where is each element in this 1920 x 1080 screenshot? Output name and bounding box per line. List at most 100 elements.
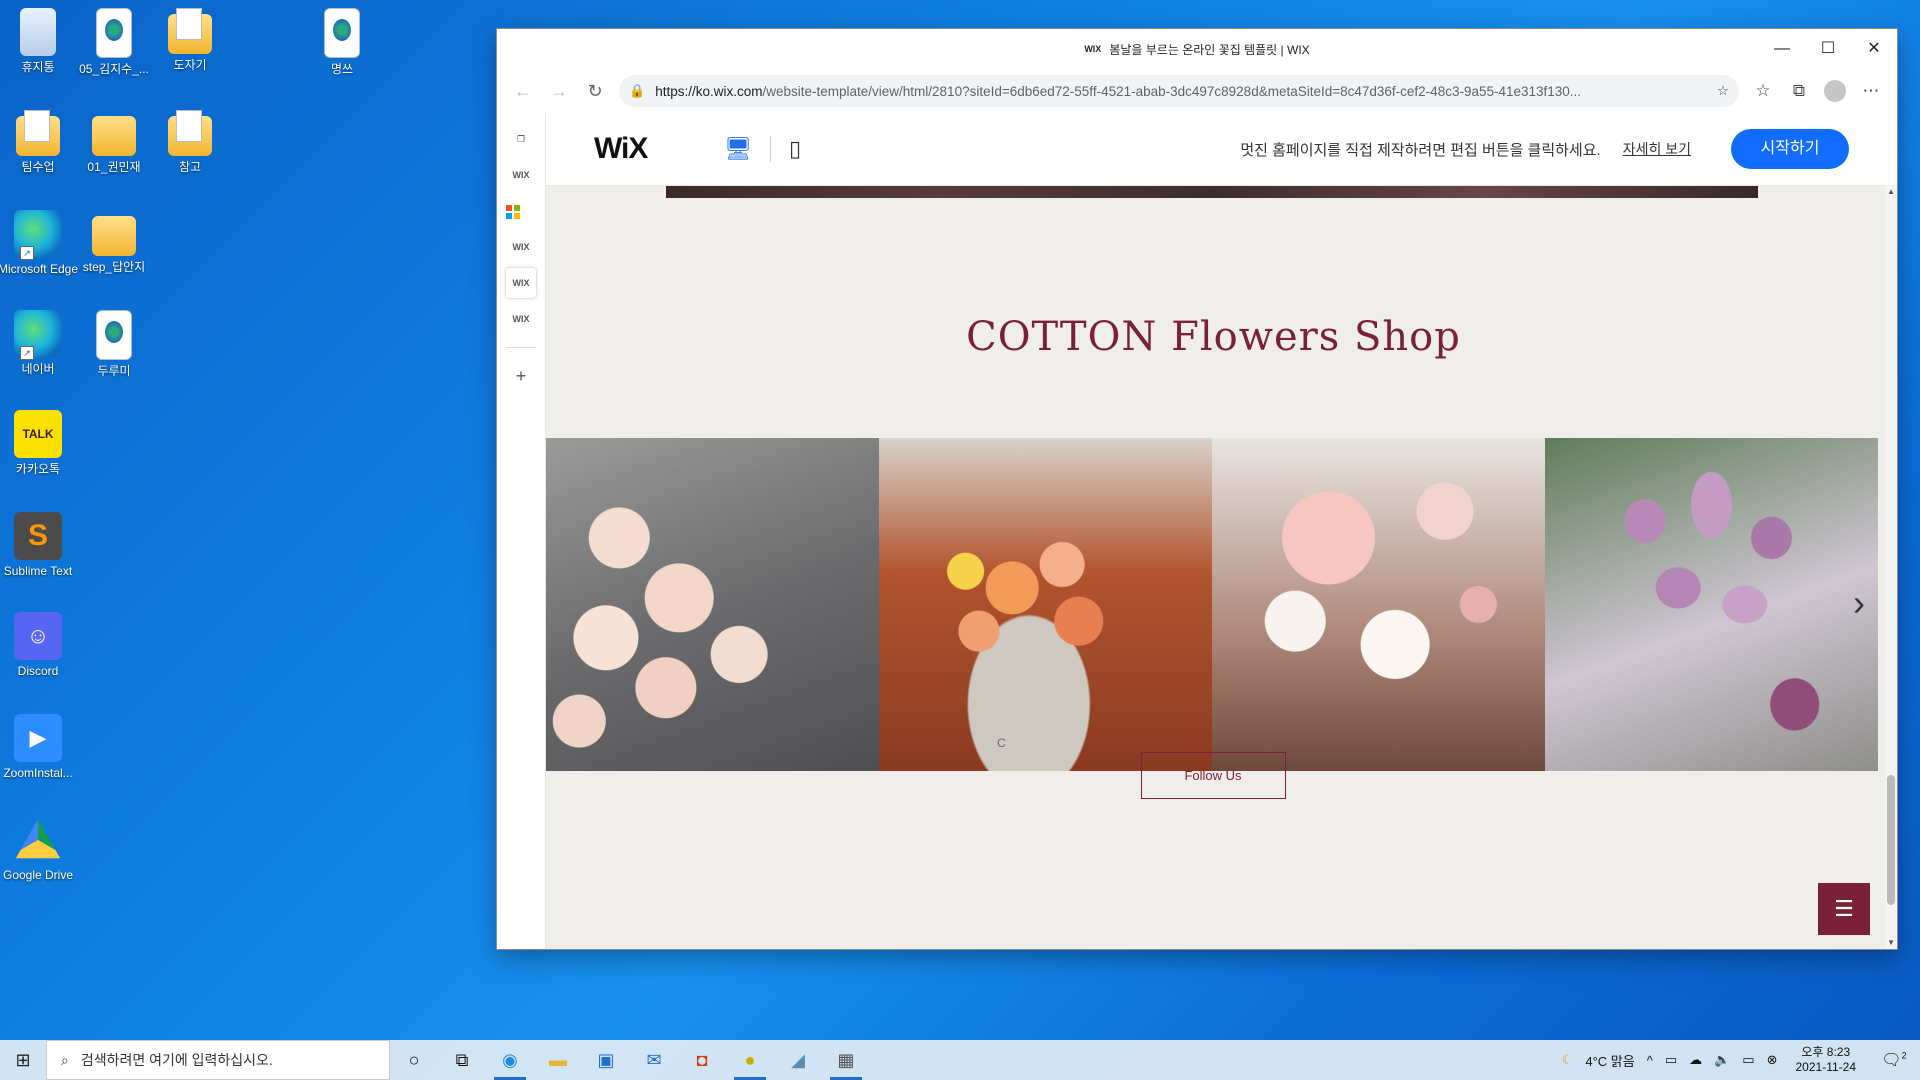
gallery-photo-tulips[interactable] <box>1545 438 1878 771</box>
gallery-photo-roses[interactable] <box>1212 438 1545 771</box>
back-button[interactable]: ← <box>505 75 541 107</box>
desktop-icon-edge[interactable]: ↗ Microsoft Edge <box>0 210 80 276</box>
start-button[interactable]: 시작하기 <box>1731 129 1849 169</box>
shortcut-arrow-icon: ↗ <box>20 346 34 360</box>
folder-icon <box>168 110 212 156</box>
mobile-view-icon[interactable]: ▯ <box>789 136 801 162</box>
tray-status-icon[interactable]: ⊗ <box>1767 1052 1778 1068</box>
gallery-photo-bouquet-box[interactable]: C <box>879 438 1212 771</box>
desktop-icon-naver[interactable]: ↗ 네이버 <box>0 310 80 376</box>
desktop-icon-kakaotalk[interactable]: TALK 카카오톡 <box>0 410 80 476</box>
refresh-button[interactable]: ↻ <box>577 75 613 107</box>
volume-icon[interactable]: 🔈 <box>1714 1052 1730 1068</box>
favorites-icon[interactable]: ☆ <box>1745 81 1781 101</box>
kakaotalk-taskbar-icon[interactable]: ● <box>726 1040 774 1080</box>
desktop-icon-google-drive[interactable]: Google Drive <box>0 816 80 882</box>
display-icon[interactable]: ▭ <box>1742 1052 1754 1068</box>
taskbar-search[interactable]: ⌕ 검색하려면 여기에 입력하십시오. <box>46 1040 390 1080</box>
maximize-button[interactable]: ☐ <box>1805 29 1851 69</box>
cortana-icon[interactable]: ○ <box>390 1040 438 1080</box>
desktop-icon-file[interactable]: 두루미 <box>72 310 156 378</box>
desktop-icon-recycle-bin[interactable]: 휴지통 <box>0 8 80 74</box>
weather-moon-icon: ☾ <box>1561 1052 1574 1067</box>
forward-button[interactable]: → <box>541 75 577 107</box>
start-windows-icon[interactable]: ⊞ <box>0 1050 46 1071</box>
tray-expand-icon[interactable]: ^ <box>1647 1053 1653 1068</box>
add-icon[interactable]: + <box>506 361 536 391</box>
windows-logo-icon[interactable] <box>506 196 536 226</box>
clock[interactable]: 오후 8:23 2021-11-24 <box>1796 1045 1857 1075</box>
scrollbar-thumb[interactable] <box>1887 775 1895 905</box>
profile-icon[interactable] <box>1817 80 1853 102</box>
chat-icon[interactable]: ☰ <box>1818 883 1870 935</box>
desktop-icon-zip[interactable]: step_답안지 <box>72 210 156 274</box>
desktop-icon-label: 명쓰 <box>330 62 354 76</box>
avatar <box>1824 80 1846 102</box>
office-icon[interactable]: ◘ <box>678 1040 726 1080</box>
google-drive-icon <box>15 818 61 859</box>
rail-divider <box>506 347 536 348</box>
wix-favicon-icon: WIX <box>1084 44 1102 54</box>
file-explorer-icon[interactable]: ▬ <box>534 1040 582 1080</box>
system-tray: ☾ 4°C 맑음 ^ ▭ ☁ 🔈 ▭ ⊗ 오후 8:23 2021-11-24 … <box>1556 1040 1920 1080</box>
rail-item-wix[interactable]: WIX <box>506 304 536 334</box>
window-title: 봄날을 부르는 온라인 꽃집 템플릿 | WIX <box>1109 42 1310 57</box>
wix-logo[interactable]: WiX <box>594 132 690 166</box>
desktop-icon-sublime[interactable]: S Sublime Text <box>0 512 80 578</box>
scroll-down-icon[interactable]: ▼ <box>1887 938 1895 947</box>
desktop-icon-folder[interactable]: 도자기 <box>148 8 232 72</box>
calculator-icon[interactable]: ▦ <box>822 1040 870 1080</box>
desktop-icon-file[interactable]: 05_김지수_... <box>72 8 156 76</box>
desktop-icon-label: Microsoft Edge <box>0 262 79 276</box>
pot-label: C <box>997 736 1006 750</box>
page-scrollbar[interactable]: ▲ ▼ <box>1885 185 1897 949</box>
minimize-button[interactable]: — <box>1759 29 1805 69</box>
add-favorite-icon[interactable]: ☆ <box>1717 83 1729 99</box>
address-bar[interactable]: 🔒 https://ko.wix.com/website-template/vi… <box>619 75 1739 107</box>
wix-preview: WiX 🖥 ▯ 멋진 홈페이지를 직접 제작하려면 편집 버튼을 클릭하세요. … <box>546 113 1897 949</box>
task-view-icon[interactable]: ⧉ <box>438 1040 486 1080</box>
network-icon[interactable]: ▭ <box>1665 1052 1677 1068</box>
store-icon[interactable]: ▣ <box>582 1040 630 1080</box>
close-button[interactable]: ✕ <box>1851 29 1897 69</box>
desktop-icon-label: 팀수업 <box>21 160 55 174</box>
title-bar[interactable]: WIX 봄날을 부르는 온라인 꽃집 템플릿 | WIX — ☐ ✕ <box>497 29 1897 69</box>
rail-item-wix-active[interactable]: WIX <box>506 268 536 298</box>
mail-icon[interactable]: ✉ <box>630 1040 678 1080</box>
chevron-right-icon[interactable]: › <box>1853 582 1865 624</box>
taskbar-edge-icon[interactable]: ◉ <box>486 1040 534 1080</box>
desktop-icon-file[interactable]: 명쓰 <box>300 8 384 76</box>
desktop-icon-folder[interactable]: 참고 <box>148 110 232 174</box>
gallery-photo-ranunculus[interactable] <box>546 438 879 771</box>
scroll-up-icon[interactable]: ▲ <box>1887 187 1895 196</box>
notification-center-icon[interactable]: 🗨2 <box>1874 1050 1914 1070</box>
shortcut-arrow-icon: ↗ <box>20 246 34 260</box>
weather-text[interactable]: 4°C 맑음 <box>1585 1051 1634 1070</box>
rail-item-wix[interactable]: WIX <box>506 232 536 262</box>
more-menu-icon[interactable]: ⋯ <box>1853 81 1889 101</box>
file-icon <box>96 8 132 58</box>
pages-icon[interactable]: ❐ <box>506 124 536 154</box>
collections-icon[interactable]: ⧉ <box>1781 81 1817 101</box>
desktop-icon-label: 참고 <box>178 160 202 174</box>
desktop-icon-zoom[interactable]: ▶ ZoomInstal... <box>0 714 80 780</box>
desktop-icon-label: Discord <box>17 664 59 678</box>
follow-us-button[interactable]: Follow Us <box>1140 752 1286 799</box>
onedrive-icon[interactable]: ☁ <box>1689 1052 1702 1068</box>
rail-item-wix[interactable]: WIX <box>506 160 536 190</box>
shop-title: COTTON Flowers Shop <box>966 314 1461 360</box>
desktop-icon-label: 휴지통 <box>21 60 55 74</box>
app-taskbar-icon[interactable]: ◢ <box>774 1040 822 1080</box>
desktop-icon-folder[interactable]: 01_권민재 <box>72 110 156 174</box>
desktop-icon-label: ZoomInstal... <box>3 766 73 780</box>
zip-folder-icon <box>92 216 136 256</box>
folder-icon <box>92 116 136 156</box>
desktop-icon-label: 카카오톡 <box>15 462 61 476</box>
desktop-icon-label: 05_김지수_... <box>79 62 149 76</box>
details-link[interactable]: 자세히 보기 <box>1623 139 1691 159</box>
desktop-icon-folder[interactable]: 팀수업 <box>0 110 80 174</box>
desktop-view-icon[interactable]: 🖥 <box>724 136 752 162</box>
desktop-icon-discord[interactable]: ☺ Discord <box>0 612 80 678</box>
edit-hint-text: 멋진 홈페이지를 직접 제작하려면 편집 버튼을 클릭하세요. <box>1240 141 1601 159</box>
desktop-icon-label: Google Drive <box>2 868 74 882</box>
